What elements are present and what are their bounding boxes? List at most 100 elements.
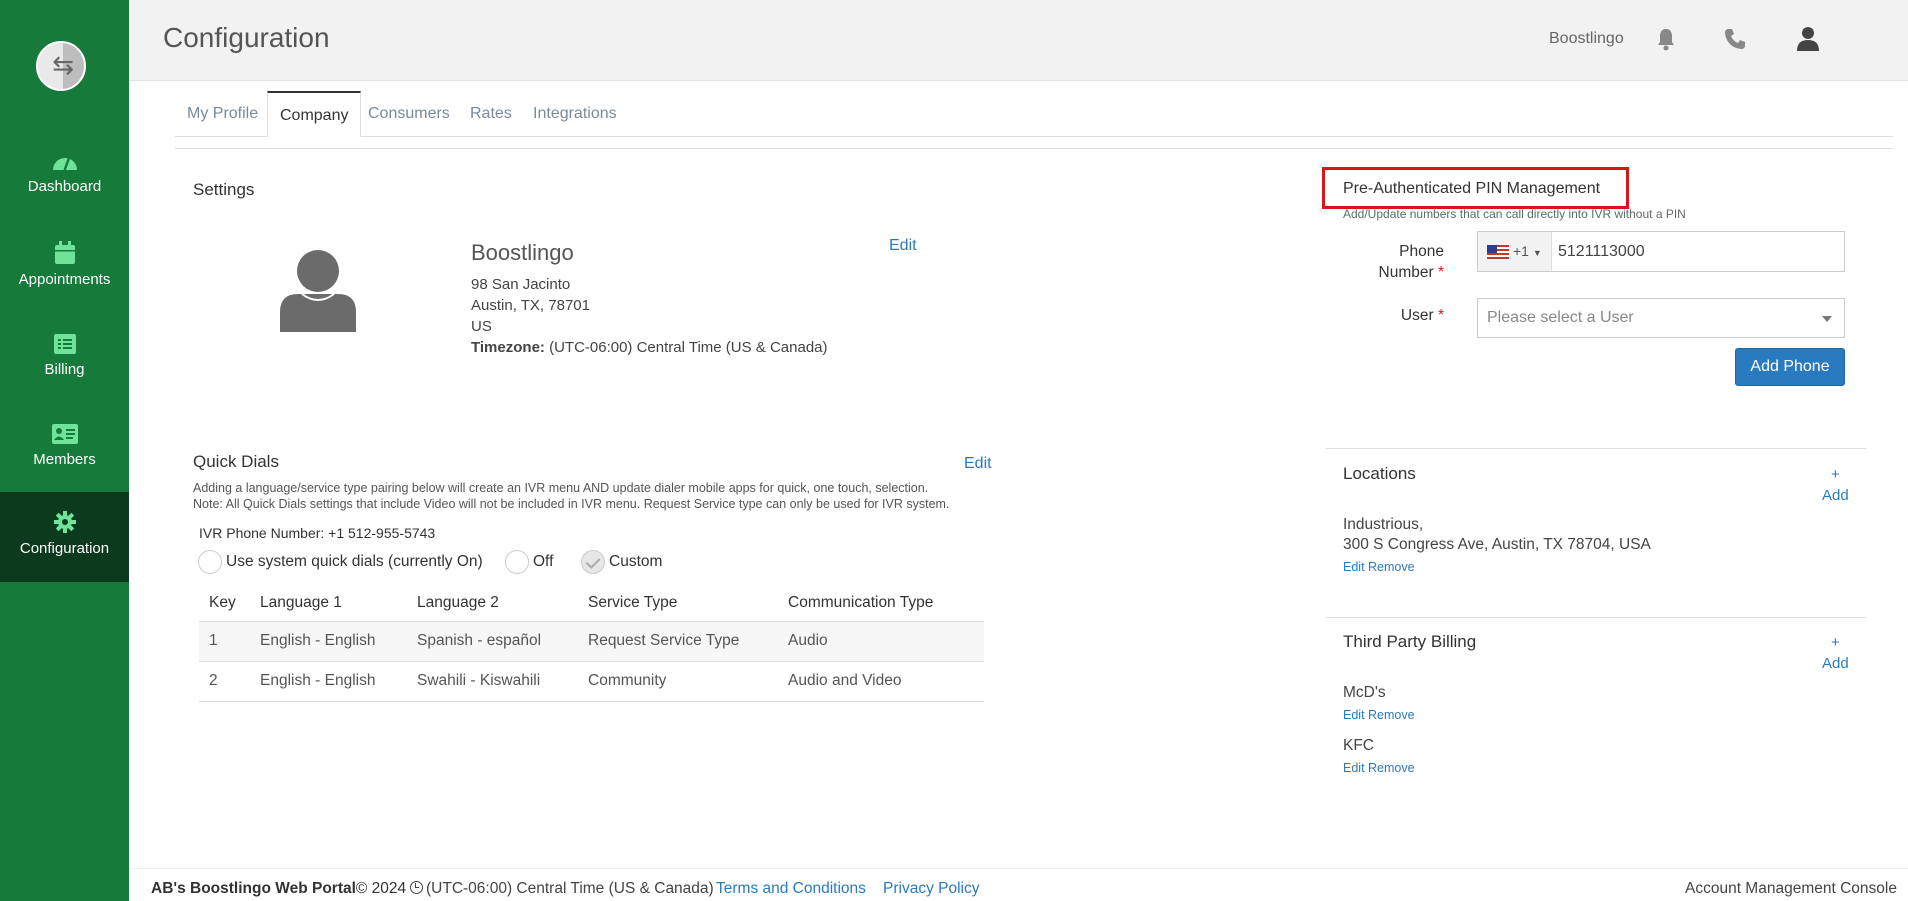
company-timezone: Timezone: (UTC-06:00) Central Time (US &… bbox=[471, 339, 828, 356]
company-address-line1: 98 San Jacinto bbox=[471, 276, 571, 293]
logo[interactable]: ⇆ bbox=[36, 41, 86, 91]
divider bbox=[1326, 617, 1866, 618]
radio-off[interactable]: Off bbox=[505, 550, 553, 574]
tab-consumers[interactable]: Consumers bbox=[356, 91, 462, 137]
billing-icon bbox=[53, 334, 76, 354]
quick-dials-description: Adding a language/service type pairing b… bbox=[193, 481, 929, 495]
location-edit-link[interactable]: Edit bbox=[1343, 560, 1365, 574]
table-cell: English - English bbox=[250, 621, 407, 662]
privacy-link[interactable]: Privacy Policy bbox=[883, 880, 979, 898]
column-header: Service Type bbox=[578, 585, 778, 622]
clock-icon bbox=[410, 881, 423, 894]
pin-management-subtitle: Add/Update numbers that can call directl… bbox=[1343, 207, 1686, 221]
table-cell: Request Service Type bbox=[578, 621, 778, 662]
header-user-name: Boostlingo bbox=[1549, 30, 1624, 47]
location-actions: Edit Remove bbox=[1343, 560, 1415, 574]
footer: AB's Boostlingo Web Portal© 2024 (UTC-06… bbox=[129, 868, 1908, 901]
billing-item-actions: Edit Remove bbox=[1343, 708, 1415, 722]
country-code-selector[interactable]: +1 ▼ bbox=[1478, 232, 1552, 271]
bell-icon[interactable] bbox=[1656, 27, 1676, 51]
footer-timezone-text: (UTC-06:00) Central Time (US & Canada) bbox=[426, 880, 714, 897]
table-cell: Audio and Video bbox=[778, 661, 984, 702]
billing-edit-link[interactable]: Edit bbox=[1343, 761, 1365, 775]
radio-system-quick-dials[interactable]: Use system quick dials (currently On) bbox=[198, 550, 483, 574]
company-avatar-icon bbox=[280, 250, 356, 332]
sidebar-item-label: Billing bbox=[44, 361, 85, 378]
footer-brand-name: AB's Boostlingo Web Portal bbox=[151, 880, 356, 897]
add-location-link[interactable]: + Add bbox=[1822, 464, 1849, 506]
settings-edit-link[interactable]: Edit bbox=[889, 237, 917, 255]
tab-integrations[interactable]: Integrations bbox=[521, 91, 629, 137]
location-remove-link[interactable]: Remove bbox=[1368, 560, 1415, 574]
company-address-line2: Austin, TX, 78701 bbox=[471, 297, 590, 314]
user-select[interactable]: Please select a User bbox=[1477, 298, 1845, 338]
calendar-icon bbox=[54, 241, 75, 264]
billing-remove-link[interactable]: Remove bbox=[1368, 708, 1415, 722]
phone-number-label: Phone Number * bbox=[1360, 241, 1445, 283]
table-cell: Spanish - español bbox=[407, 621, 578, 662]
required-mark: * bbox=[1437, 264, 1444, 281]
table-cell: Swahili - Kiswahili bbox=[407, 661, 578, 702]
pin-management-title: Pre-Authenticated PIN Management bbox=[1343, 180, 1601, 197]
sidebar: ⇆ Dashboard Appointments Billing Members… bbox=[0, 0, 129, 901]
divider bbox=[1326, 448, 1866, 449]
sidebar-item-dashboard[interactable]: Dashboard bbox=[0, 150, 129, 210]
phone-label-line2: Number bbox=[1378, 264, 1434, 281]
add-phone-button[interactable]: Add Phone bbox=[1735, 348, 1845, 386]
table-header-row: Key Language 1 Language 2 Service Type C… bbox=[199, 585, 984, 622]
tabs-bar: My Profile Company Consumers Rates Integ… bbox=[175, 91, 1893, 137]
table-row: 1 English - English Spanish - español Re… bbox=[199, 621, 984, 662]
column-header: Language 2 bbox=[407, 585, 578, 622]
radio-circle[interactable] bbox=[198, 550, 222, 574]
sidebar-item-configuration[interactable]: Configuration bbox=[0, 492, 129, 582]
quick-dials-title: Quick Dials bbox=[193, 452, 279, 471]
billing-item-name: KFC bbox=[1343, 737, 1374, 754]
footer-copyright: © 2024 bbox=[355, 880, 407, 897]
phone-number-input[interactable]: +1 ▼ 5121113000 bbox=[1477, 231, 1845, 272]
sidebar-item-label: Members bbox=[33, 451, 96, 468]
tab-rates[interactable]: Rates bbox=[458, 91, 524, 137]
radio-circle[interactable] bbox=[505, 550, 529, 574]
company-country: US bbox=[471, 318, 492, 335]
billing-edit-link[interactable]: Edit bbox=[1343, 708, 1365, 722]
locations-title: Locations bbox=[1343, 464, 1416, 483]
terms-link[interactable]: Terms and Conditions bbox=[716, 880, 866, 898]
plus-icon: + bbox=[1830, 634, 1840, 651]
footer-timezone: (UTC-06:00) Central Time (US & Canada) bbox=[410, 880, 714, 898]
account-management-console-link[interactable]: Account Management Console bbox=[1685, 880, 1897, 898]
sidebar-item-appointments[interactable]: Appointments bbox=[0, 241, 129, 301]
table-cell: 1 bbox=[199, 621, 250, 662]
top-header: Configuration Boostlingo bbox=[129, 0, 1908, 81]
table-cell: 2 bbox=[199, 661, 250, 702]
add-label: Add bbox=[1822, 487, 1849, 504]
sidebar-item-label: Appointments bbox=[18, 271, 111, 288]
chevron-down-icon: ▼ bbox=[1532, 248, 1542, 258]
user-label-text: User bbox=[1400, 307, 1434, 324]
radio-circle-checked[interactable] bbox=[581, 550, 605, 574]
settings-title: Settings bbox=[193, 180, 255, 199]
tab-my-profile[interactable]: My Profile bbox=[175, 91, 270, 137]
sidebar-item-members[interactable]: Members bbox=[0, 423, 129, 483]
radio-label: Custom bbox=[609, 553, 663, 571]
location-address: 300 S Congress Ave, Austin, TX 78704, US… bbox=[1343, 536, 1651, 553]
phone-icon[interactable] bbox=[1723, 27, 1747, 51]
add-billing-link[interactable]: + Add bbox=[1822, 632, 1849, 674]
footer-brand: AB's Boostlingo Web Portal© 2024 bbox=[151, 880, 406, 898]
sidebar-item-billing[interactable]: Billing bbox=[0, 333, 129, 393]
radio-label: Use system quick dials (currently On) bbox=[226, 553, 483, 571]
radio-label: Off bbox=[533, 553, 554, 571]
quick-dials-table: Key Language 1 Language 2 Service Type C… bbox=[199, 585, 984, 702]
timezone-value: (UTC-06:00) Central Time (US & Canada) bbox=[544, 339, 828, 356]
billing-item-actions: Edit Remove bbox=[1343, 761, 1415, 775]
billing-remove-link[interactable]: Remove bbox=[1368, 761, 1415, 775]
timezone-label: Timezone: bbox=[471, 339, 545, 356]
table-row: 2 English - English Swahili - Kiswahili … bbox=[199, 661, 984, 702]
tab-company[interactable]: Company bbox=[267, 91, 362, 137]
dashboard-icon bbox=[52, 156, 77, 171]
user-account-icon[interactable] bbox=[1795, 26, 1821, 52]
quick-dials-edit-link[interactable]: Edit bbox=[964, 455, 992, 473]
table-cell: Community bbox=[578, 661, 778, 702]
table-cell: Audio bbox=[778, 621, 984, 662]
required-mark: * bbox=[1437, 307, 1444, 324]
radio-custom[interactable]: Custom bbox=[581, 550, 662, 574]
